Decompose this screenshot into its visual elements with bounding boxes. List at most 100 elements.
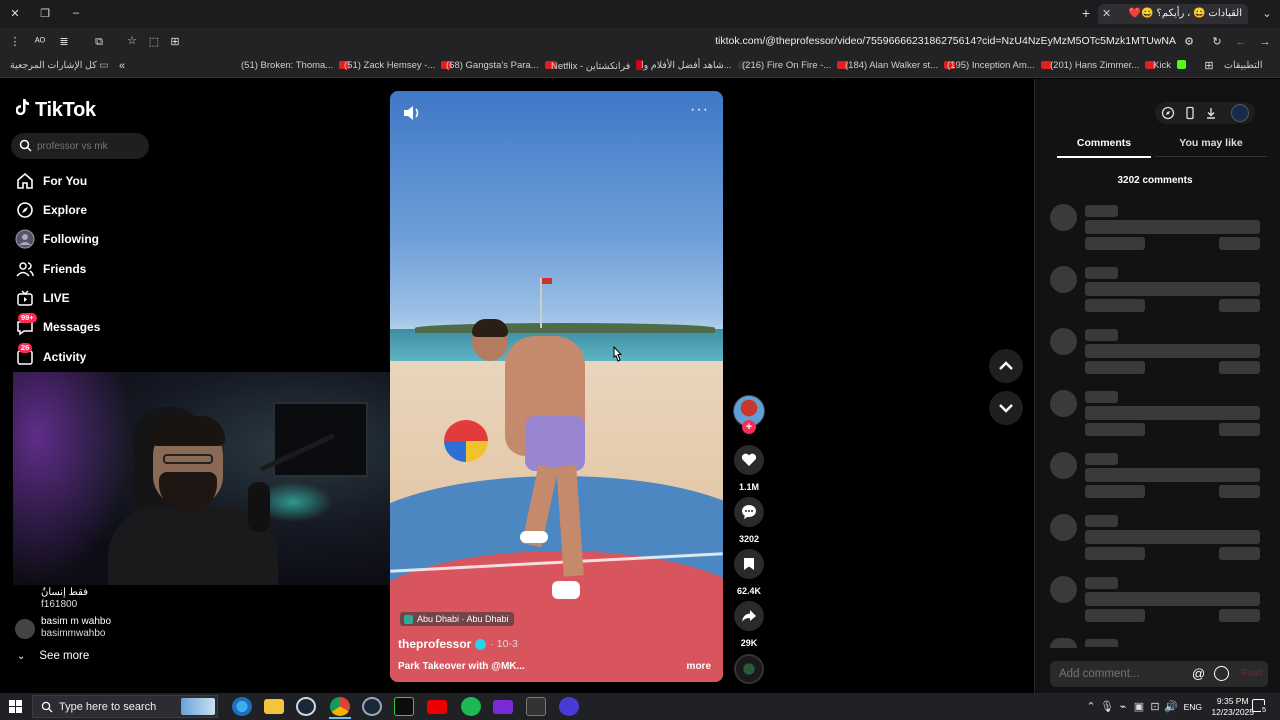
tab-you-may-like[interactable]: You may like bbox=[1155, 137, 1267, 157]
home-icon bbox=[14, 170, 36, 192]
windows-start-icon[interactable] bbox=[9, 700, 22, 713]
language-indicator[interactable]: ENG bbox=[1184, 702, 1202, 712]
apps-bookmark[interactable]: التطبيقات bbox=[1224, 60, 1263, 71]
like-count: 1.1M bbox=[738, 482, 759, 492]
nav-messages[interactable]: 99+ Messages bbox=[14, 313, 154, 340]
tab-close-icon[interactable]: ✕ bbox=[1102, 7, 1111, 20]
youtube-app-icon[interactable] bbox=[427, 700, 447, 714]
nav-for-you[interactable]: For You bbox=[14, 168, 154, 194]
following-account[interactable]: فقط إنسانٌ f161800 bbox=[41, 587, 88, 611]
device-icon[interactable] bbox=[1183, 106, 1197, 120]
nav-friends[interactable]: Friends bbox=[14, 256, 154, 282]
microphone-icon[interactable]: 🎙 bbox=[1100, 700, 1114, 714]
active-tab[interactable]: ✕ القيادات 😀 ، رأيكم؟ 😀❤️ bbox=[1098, 4, 1248, 24]
cast-icon[interactable]: ⊞ bbox=[168, 35, 182, 49]
following-account[interactable]: basim m wahbo basimmwahbo bbox=[41, 616, 111, 640]
restore-window-icon[interactable]: ❐ bbox=[38, 7, 52, 21]
reading-list-icon[interactable]: ≣ bbox=[57, 35, 71, 49]
site-settings-icon[interactable]: ⚙ bbox=[1182, 35, 1196, 49]
network-icon[interactable]: ⊡ bbox=[1148, 700, 1162, 714]
edge-icon[interactable] bbox=[232, 697, 252, 716]
nav-live[interactable]: LIVE bbox=[14, 285, 154, 311]
minimize-window-icon[interactable]: – bbox=[69, 6, 83, 20]
bookmark-item[interactable]: Kick bbox=[1153, 60, 1186, 71]
search-box[interactable] bbox=[11, 133, 149, 159]
messages-badge: 99+ bbox=[18, 313, 37, 323]
save-count: 62.4K bbox=[736, 586, 762, 596]
bookmark-star-icon[interactable]: ☆ bbox=[125, 34, 139, 48]
steam-client-icon[interactable] bbox=[362, 697, 382, 716]
description-more-link[interactable]: more bbox=[687, 661, 711, 672]
bookmarks-overflow-icon[interactable]: « bbox=[115, 59, 129, 73]
previous-video-button[interactable] bbox=[989, 349, 1023, 383]
comment-input-box[interactable]: @ bbox=[1050, 661, 1268, 687]
bookmark-item[interactable]: (195) Inception Am... bbox=[947, 60, 1052, 71]
new-tab-icon[interactable]: + bbox=[1079, 6, 1093, 20]
all-bookmarks[interactable]: كل الإشارات المرجعية ▭ bbox=[10, 60, 108, 71]
nav-activity[interactable]: 26 Activity bbox=[14, 343, 154, 370]
save-button[interactable]: 62.4K bbox=[734, 549, 764, 596]
terminal-icon[interactable] bbox=[394, 697, 414, 716]
next-app-icon[interactable] bbox=[493, 700, 513, 714]
tiktok-logo[interactable]: TikTok bbox=[16, 98, 96, 122]
taskbar-search[interactable]: Type here to search bbox=[32, 695, 218, 718]
bookmark-item[interactable]: (201) Hans Zimmer... bbox=[1050, 60, 1157, 71]
search-input[interactable] bbox=[37, 137, 145, 155]
follow-plus-icon[interactable]: + bbox=[742, 420, 756, 434]
network-off-icon[interactable]: ⌁ bbox=[1116, 700, 1130, 714]
share-button[interactable]: 29K bbox=[734, 601, 764, 648]
next-video-button[interactable] bbox=[989, 391, 1023, 425]
mention-icon[interactable]: @ bbox=[1192, 666, 1205, 681]
tab-comments[interactable]: Comments bbox=[1057, 137, 1151, 158]
bookmark-item[interactable]: شاهد أفضل الأفلام وا... bbox=[641, 60, 749, 71]
chrome-icon[interactable] bbox=[330, 697, 350, 716]
file-explorer-icon[interactable] bbox=[264, 699, 284, 714]
bookmark-item[interactable]: (216) Fire On Fire -... bbox=[742, 60, 849, 71]
tab-search-chevron-icon[interactable]: ⌄ bbox=[1260, 7, 1274, 21]
bookmark-item[interactable]: (51) Zack Hemsey -... bbox=[344, 60, 453, 71]
like-button[interactable]: 1.1M bbox=[734, 445, 764, 492]
app-icon[interactable] bbox=[526, 697, 546, 716]
address-bar[interactable]: tiktok.com/@theprofessor/video/755966662… bbox=[715, 35, 1176, 47]
spotify-icon[interactable] bbox=[461, 697, 481, 716]
video-player[interactable]: ··· Abu Dhabi · Abu Dhabi theprofessor ·… bbox=[390, 91, 723, 682]
browser-menu-icon[interactable]: ⋮ bbox=[8, 35, 22, 49]
download-icon[interactable] bbox=[1204, 106, 1218, 120]
screenshot-icon[interactable]: ⬚ bbox=[147, 35, 161, 49]
more-options-icon[interactable]: ··· bbox=[690, 102, 709, 118]
speaker-icon[interactable]: 🔊 bbox=[1164, 700, 1178, 714]
account-avatar[interactable] bbox=[15, 619, 35, 639]
nav-explore[interactable]: Explore bbox=[14, 197, 154, 223]
post-comment-button[interactable]: Post bbox=[1241, 668, 1263, 679]
reload-icon[interactable]: ↻ bbox=[1210, 35, 1224, 49]
kick-icon bbox=[1176, 60, 1186, 69]
bookmark-item[interactable]: (184) Alan Walker st... bbox=[845, 60, 956, 71]
extension-icon[interactable]: ᴬᴼ bbox=[32, 35, 48, 49]
close-window-icon[interactable]: ✕ bbox=[8, 7, 22, 21]
tray-overflow-icon[interactable]: ⌃ bbox=[1084, 700, 1098, 714]
discord-icon[interactable] bbox=[559, 697, 579, 716]
emoji-icon[interactable] bbox=[1214, 666, 1229, 681]
profile-avatar[interactable] bbox=[1231, 104, 1249, 122]
share-icon[interactable]: ⧉ bbox=[92, 35, 106, 49]
cpu-icon[interactable]: ▣ bbox=[1132, 700, 1146, 714]
forward-icon[interactable]: ← bbox=[1234, 35, 1248, 49]
browser-tab-bar: ✕ ❐ – + ✕ القيادات 😀 ، رأيكم؟ 😀❤️ ⌄ bbox=[0, 0, 1280, 28]
music-disc-icon[interactable] bbox=[734, 654, 764, 684]
bookmark-item[interactable]: Netflix - فرانكشتاين bbox=[551, 60, 644, 72]
bookmark-item[interactable]: (68) Gangsta's Para... bbox=[446, 60, 556, 71]
add-comment-input[interactable] bbox=[1059, 665, 1189, 683]
steam-icon[interactable] bbox=[296, 697, 316, 716]
volume-icon[interactable] bbox=[402, 105, 422, 121]
apps-grid-icon[interactable]: ⊞ bbox=[1202, 59, 1216, 73]
verified-icon bbox=[475, 638, 487, 650]
bookmark-item[interactable]: (51) Broken: Thoma... bbox=[241, 60, 351, 71]
compass-icon[interactable] bbox=[1161, 106, 1175, 120]
video-author[interactable]: theprofessor · 10-3 bbox=[398, 637, 518, 651]
location-tag[interactable]: Abu Dhabi · Abu Dhabi bbox=[400, 612, 514, 626]
comment-button[interactable]: 3202 bbox=[734, 497, 764, 544]
see-more-button[interactable]: ⌄ See more bbox=[17, 650, 89, 662]
nav-following[interactable]: Following bbox=[14, 226, 154, 252]
taskbar-clock[interactable]: 9:35 PM 12/23/2025 bbox=[1211, 696, 1254, 718]
back-icon[interactable]: → bbox=[1258, 35, 1272, 49]
